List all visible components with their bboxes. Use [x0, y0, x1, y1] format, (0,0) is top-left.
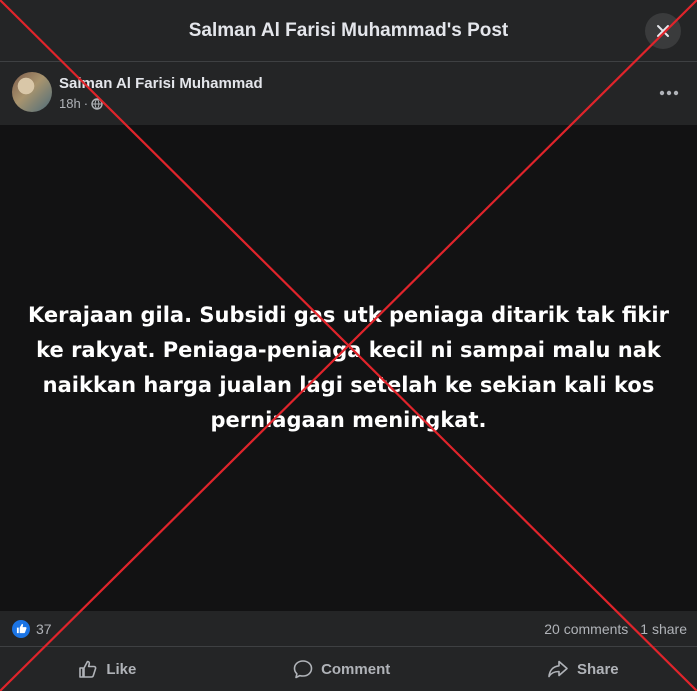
dialog-header: Salman Al Farisi Muhammad's Post [0, 0, 697, 62]
more-options-button[interactable] [655, 79, 683, 107]
share-count[interactable]: 1 share [640, 621, 687, 637]
author-name[interactable]: Salman Al Farisi Muhammad [59, 75, 263, 92]
post-content: Kerajaan gila. Subsidi gas utk peniaga d… [0, 125, 697, 611]
comment-count[interactable]: 20 comments [544, 621, 628, 637]
avatar[interactable] [12, 72, 52, 112]
like-label: Like [106, 660, 137, 678]
meta-separator: · [83, 96, 89, 111]
thumbs-up-icon [79, 660, 97, 678]
engagement-counts: 20 comments 1 share [544, 621, 687, 637]
share-button[interactable]: Share [527, 653, 639, 685]
comment-label: Comment [321, 660, 391, 678]
reaction-count: 37 [36, 620, 52, 637]
globe-icon [91, 97, 103, 110]
post-meta: 18h · [59, 96, 103, 111]
action-bar: Like Comment Share [0, 646, 697, 691]
share-icon [548, 660, 568, 678]
close-icon [657, 25, 669, 37]
more-icon [659, 90, 679, 96]
reaction-summary[interactable]: 37 [12, 619, 52, 638]
dialog-title: Salman Al Farisi Muhammad's Post [188, 19, 509, 41]
like-reaction-icon [12, 619, 30, 638]
post-time[interactable]: 18h [59, 96, 81, 111]
like-button[interactable]: Like [58, 653, 156, 685]
post-stats: 37 20 comments 1 share [0, 611, 697, 646]
share-label: Share [576, 660, 619, 678]
post-text: Kerajaan gila. Subsidi gas utk peniaga d… [28, 303, 669, 432]
comment-icon [293, 660, 313, 679]
close-button[interactable] [645, 13, 681, 49]
comment-button[interactable]: Comment [273, 653, 410, 685]
post-header: Salman Al Farisi Muhammad 18h · [0, 63, 697, 125]
